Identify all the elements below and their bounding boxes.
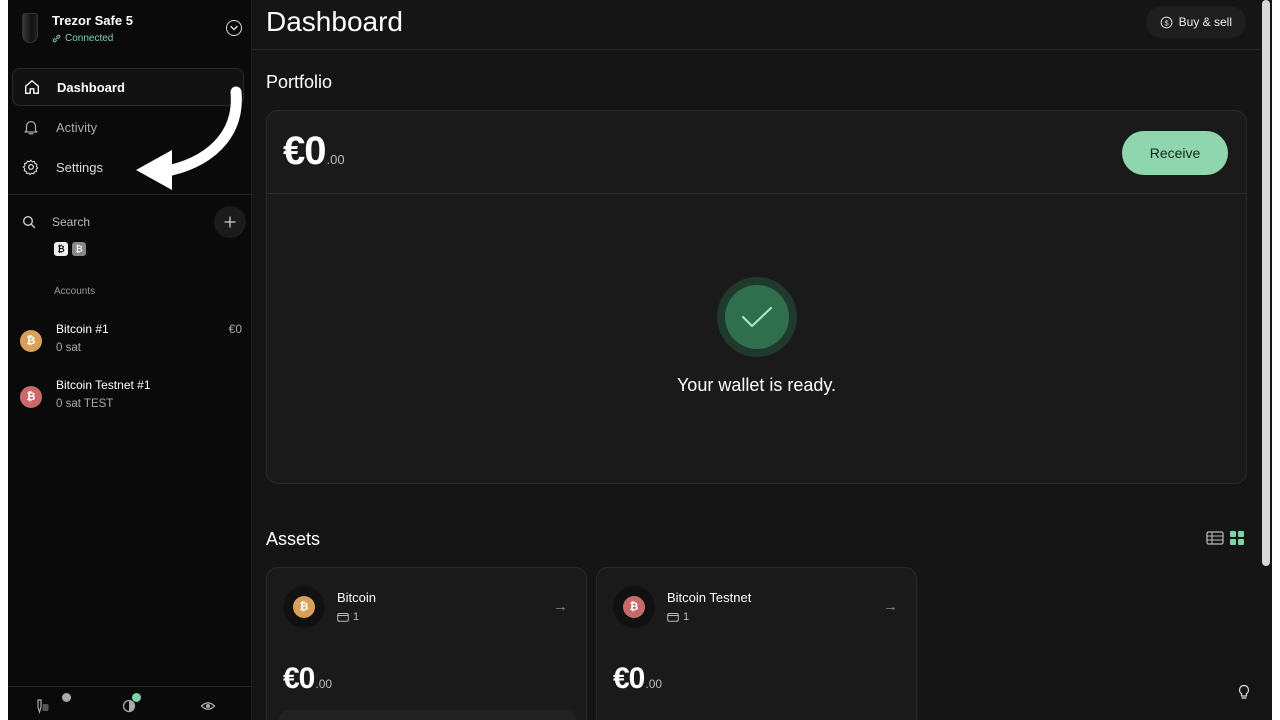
portfolio-balance-int: €0: [283, 129, 326, 173]
wallet-ready-text: Your wallet is ready.: [676, 375, 837, 395]
account-name: Bitcoin Testnet #1: [56, 378, 151, 392]
plus-icon: [224, 216, 236, 228]
arrow-right-icon[interactable]: →: [553, 598, 568, 615]
bell-icon: [24, 120, 38, 135]
asset-card-bitcoin[interactable]: ₿ Bitcoin 1 → €0 .00: [266, 567, 587, 720]
portfolio-balance: €0 .00: [283, 129, 345, 174]
asset-count-value: 1: [353, 611, 360, 623]
coin-filters: ₿ ₿: [54, 242, 86, 256]
asset-balance: €0 .00: [613, 662, 662, 696]
svg-text:$: $: [1164, 18, 1168, 27]
grid-view-icon[interactable]: [1230, 531, 1244, 545]
device-selector[interactable]: Trezor Safe 5 Connected: [20, 10, 244, 50]
asset-balance-int: €0: [283, 662, 315, 695]
sidebar: Trezor Safe 5 Connected Dashboard Activi…: [8, 0, 252, 720]
search-icon: [22, 215, 36, 229]
nav-activity[interactable]: Activity: [12, 108, 244, 146]
bitcoin-testnet-icon: ₿: [20, 386, 42, 408]
asset-account-count: 1: [667, 611, 689, 623]
assets-title: Assets: [266, 529, 321, 549]
account-balance: 0 sat TEST: [56, 398, 114, 410]
asset-name: Bitcoin Testnet: [667, 590, 752, 605]
bitcoin-icon: ₿: [293, 596, 315, 618]
nav-settings-label: Settings: [56, 159, 103, 175]
asset-balance-dec: .00: [645, 677, 663, 691]
nav-settings[interactable]: Settings: [12, 148, 244, 186]
receive-button[interactable]: Receive: [1122, 131, 1228, 175]
lightbulb-icon[interactable]: [1236, 684, 1252, 700]
main-nav: Dashboard Activity Settings: [12, 68, 244, 188]
app-window: Trezor Safe 5 Connected Dashboard Activi…: [8, 0, 1272, 720]
account-balance: 0 sat: [56, 342, 81, 354]
asset-icon-wrap: ₿: [283, 586, 325, 628]
assets-view-toggle: [1206, 531, 1244, 545]
portfolio-summary: €0 .00 Receive: [267, 111, 1246, 194]
buy-sell-button[interactable]: $ Buy & sell: [1145, 6, 1246, 38]
portfolio-balance-dec: .00: [326, 152, 345, 167]
arrow-right-icon[interactable]: →: [883, 598, 898, 615]
device-lock-icon[interactable]: [32, 697, 50, 715]
asset-balance-int: €0: [613, 662, 645, 695]
home-icon: [25, 80, 39, 94]
tor-badge: [132, 693, 141, 702]
dollar-coin-icon: $: [1160, 16, 1173, 28]
account-search[interactable]: Search: [22, 206, 246, 238]
device-name: Trezor Safe 5: [52, 13, 133, 28]
bitcoin-testnet-icon: ₿: [623, 596, 645, 618]
table-view-icon[interactable]: [1206, 531, 1224, 545]
asset-balance-dec: .00: [315, 677, 333, 691]
link-icon: [52, 34, 61, 43]
asset-count-value: 1: [683, 611, 690, 623]
wallet-icon: [337, 613, 349, 622]
asset-card-bitcoin-testnet[interactable]: ₿ Bitcoin Testnet 1 → €0 .00: [596, 567, 917, 720]
add-account-button[interactable]: [214, 206, 246, 238]
search-label: Search: [52, 215, 91, 229]
bitcoin-icon: ₿: [20, 330, 42, 352]
device-status-text: Connected: [65, 33, 114, 44]
asset-name: Bitcoin: [337, 590, 377, 605]
buy-sell-label: Buy & sell: [1178, 15, 1232, 29]
account-fiat: €0: [228, 322, 242, 336]
asset-icon-wrap: ₿: [613, 586, 655, 628]
wallet-icon: [667, 613, 679, 622]
nav-activity-label: Activity: [56, 119, 98, 135]
account-name: Bitcoin #1: [56, 322, 109, 336]
trezor-device-icon: [22, 13, 38, 43]
portfolio-card: €0 .00 Receive Your wallet is ready.: [266, 110, 1247, 484]
asset-footer-bar: [279, 710, 576, 720]
asset-balance: €0 .00: [283, 662, 332, 696]
scrollbar[interactable]: [1260, 0, 1272, 720]
chevron-down-icon[interactable]: [226, 20, 242, 36]
scrollbar-thumb[interactable]: [1262, 0, 1270, 566]
device-badge: [62, 693, 71, 702]
coin-filter-bitcoin[interactable]: ₿: [54, 242, 68, 256]
coin-filter-bitcoin-testnet[interactable]: ₿: [72, 242, 86, 256]
asset-account-count: 1: [337, 611, 359, 623]
accounts-heading: Accounts: [54, 286, 96, 297]
account-item[interactable]: ₿ Bitcoin #1 0 sat €0: [20, 320, 242, 360]
account-item[interactable]: ₿ Bitcoin Testnet #1 0 sat TEST: [20, 376, 242, 416]
nav-dashboard[interactable]: Dashboard: [12, 68, 244, 106]
sidebar-divider: [8, 194, 252, 195]
device-status: Connected: [52, 33, 113, 44]
gear-icon: [22, 159, 39, 176]
page-header: Dashboard $ Buy & sell: [252, 0, 1260, 50]
success-check-icon: [717, 277, 797, 357]
page-title: Dashboard: [266, 6, 403, 37]
main-content: Dashboard $ Buy & sell Portfolio €0 .00 …: [252, 0, 1260, 720]
portfolio-title: Portfolio: [266, 72, 333, 92]
eye-icon[interactable]: [199, 697, 217, 715]
sidebar-footer: [8, 686, 252, 720]
nav-dashboard-label: Dashboard: [57, 79, 125, 95]
